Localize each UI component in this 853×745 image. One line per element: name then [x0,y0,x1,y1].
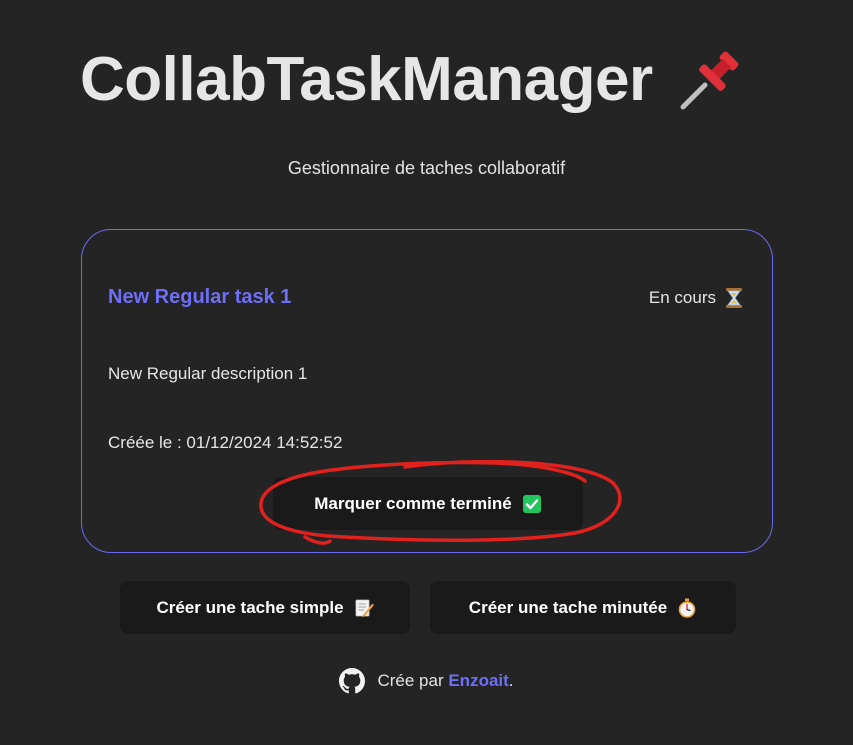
task-title: New Regular task 1 [108,286,292,308]
author-link[interactable]: Enzoait [448,671,508,691]
footer: Crée par Enzoait. [0,668,853,694]
app-subtitle: Gestionnaire de taches collaboratif [287,158,566,178]
create-timed-task-button[interactable]: Créer une tache minutée [430,581,736,634]
create-simple-task-label: Créer une tache simple [156,597,344,617]
pushpin-icon [675,45,745,115]
task-created-date: Créée le : 01/12/2024 14:52:52 [108,433,343,452]
footer-suffix: . [508,671,514,690]
footer-prefix: Crée par [377,671,444,690]
checkmark-box-icon [522,494,542,514]
task-status: En cours [649,287,744,309]
memo-icon [354,598,374,618]
mark-complete-button[interactable]: Marquer comme terminé [273,477,583,530]
github-icon[interactable] [339,668,366,694]
task-description: New Regular description 1 [108,364,308,383]
create-simple-task-button[interactable]: Créer une tache simple [120,581,410,634]
create-timed-task-label: Créer une tache minutée [468,597,668,617]
stopwatch-icon [677,598,697,618]
app-title: CollabTaskManager [80,40,770,120]
task-status-label: En cours [648,288,716,307]
app-title-text: CollabTaskManager [80,45,653,114]
hourglass-icon [724,287,744,309]
mark-complete-label: Marquer comme terminé [314,493,512,513]
task-card: New Regular task 1 En cours New Regular … [81,229,773,553]
